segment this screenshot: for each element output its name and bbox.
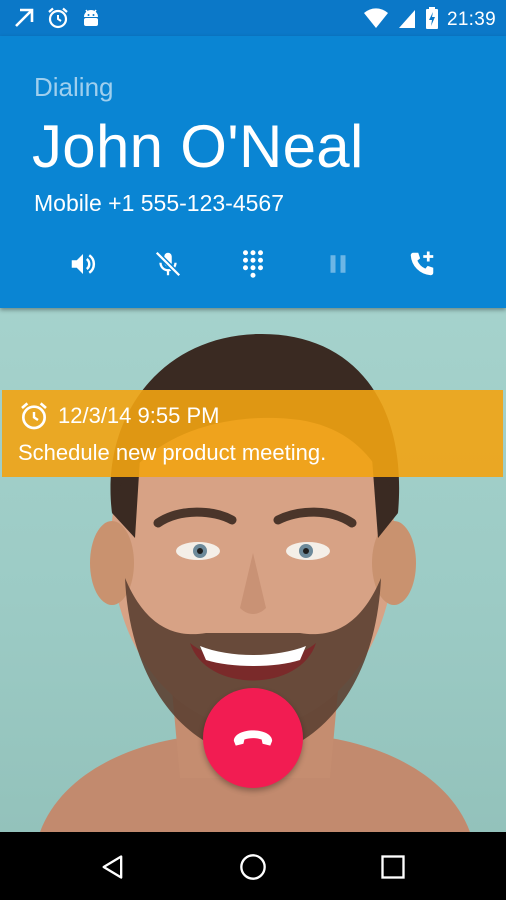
reminder-alarm-icon <box>18 400 50 436</box>
alarm-icon <box>46 6 70 34</box>
end-call-button[interactable] <box>203 688 303 788</box>
call-status: Dialing <box>34 72 114 102</box>
end-call-icon <box>233 730 273 746</box>
reminder-datetime: 12/3/14 9:55 PM <box>58 403 220 428</box>
caller-number: Mobile +1 555-123-4567 <box>34 190 284 216</box>
reminder-banner[interactable]: 12/3/14 9:55 PM Schedule new product mee… <box>2 390 503 477</box>
caller-name: John O'Neal <box>32 113 364 180</box>
back-icon <box>102 855 123 879</box>
hold-icon <box>330 255 346 273</box>
wifi-icon <box>363 6 389 34</box>
status-time: 21:39 <box>446 9 496 30</box>
home-icon <box>240 854 266 880</box>
status-bar: 21:39 <box>0 0 506 36</box>
arrow-up-right-icon <box>12 6 36 34</box>
call-header: Dialing John O'Neal Mobile +1 555-123-45… <box>0 36 506 308</box>
dialpad-button[interactable] <box>235 246 271 282</box>
add-call-icon <box>410 251 434 276</box>
mute-icon <box>154 250 182 278</box>
recents-icon <box>381 855 405 879</box>
dialpad-icon <box>243 250 263 278</box>
mute-button[interactable] <box>150 246 186 282</box>
speaker-button[interactable] <box>65 246 101 282</box>
call-controls <box>0 242 506 286</box>
back-button[interactable] <box>96 850 130 884</box>
battery-charging-icon <box>425 6 439 34</box>
speaker-icon <box>71 254 96 274</box>
home-button[interactable] <box>236 850 270 884</box>
add-call-button[interactable] <box>404 246 440 282</box>
nav-bar <box>0 832 506 900</box>
recents-button[interactable] <box>376 850 410 884</box>
hold-button[interactable] <box>320 246 356 282</box>
cell-signal-icon <box>397 6 417 34</box>
android-icon <box>80 6 102 34</box>
reminder-text: Schedule new product meeting. <box>18 440 327 465</box>
